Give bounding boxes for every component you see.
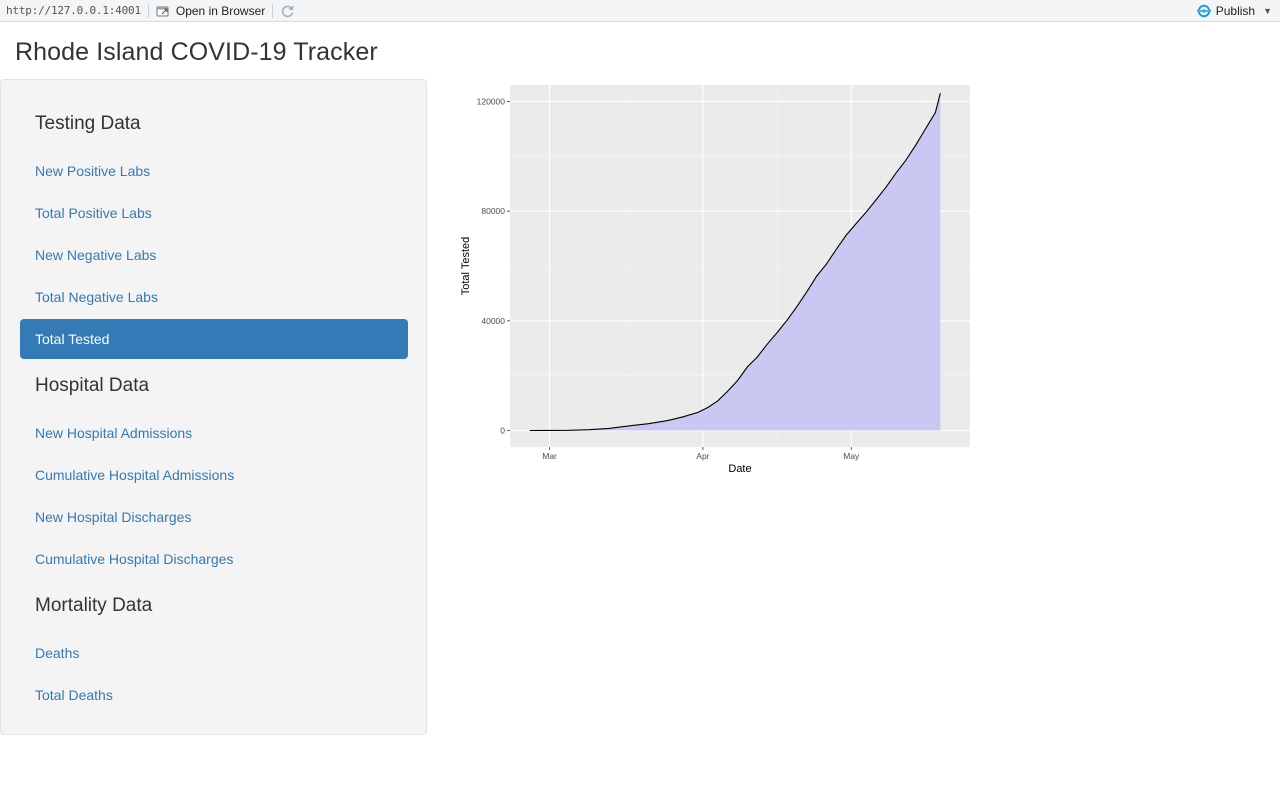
page-title: Rhode Island COVID-19 Tracker (15, 38, 378, 66)
refresh-icon (282, 5, 294, 17)
nav-item-new-negative-labs[interactable]: New Negative Labs (20, 235, 408, 275)
y-tick-label: 40000 (481, 316, 505, 326)
y-tick-label: 0 (500, 426, 505, 436)
publish-button[interactable]: Publish ▼ (1195, 2, 1272, 20)
y-tick-label: 120000 (477, 96, 506, 106)
section-title-mortality: Mortality Data (35, 595, 153, 616)
nav-item-total-negative-labs[interactable]: Total Negative Labs (20, 277, 408, 317)
nav-item-total-tested[interactable]: Total Tested (20, 319, 408, 359)
publish-icon (1195, 4, 1212, 18)
nav-item-new-hospital-discharges[interactable]: New Hospital Discharges (20, 497, 408, 537)
viewer-toolbar: http://127.0.0.1:4001 Open in Browser Pu… (0, 0, 1280, 22)
chevron-down-icon[interactable]: ▼ (1263, 6, 1272, 16)
y-axis: 0 40000 80000 120000 (477, 96, 510, 436)
nav-item-total-deaths[interactable]: Total Deaths (20, 675, 408, 715)
y-axis-label: Total Tested (460, 237, 472, 296)
x-axis: Mar Apr May (542, 447, 860, 461)
open-in-browser-label: Open in Browser (175, 3, 266, 18)
total-tested-chart: 0 40000 80000 120000 Mar Apr May Date Total T… (460, 85, 970, 475)
y-tick-label: 80000 (481, 206, 505, 216)
x-tick-label: Apr (696, 451, 709, 461)
nav-item-total-positive-labs[interactable]: Total Positive Labs (20, 193, 408, 233)
open-in-browser-icon (156, 5, 170, 17)
nav-item-deaths[interactable]: Deaths (20, 633, 408, 673)
sidebar-panel: Testing Data New Positive Labs Total Pos… (0, 79, 427, 735)
x-tick-label: Mar (542, 451, 557, 461)
url-display: http://127.0.0.1:4001 (6, 4, 141, 17)
toolbar-divider (147, 3, 149, 18)
nav-item-new-positive-labs[interactable]: New Positive Labs (20, 151, 408, 191)
publish-label: Publish (1215, 4, 1256, 18)
x-tick-label: May (843, 451, 860, 461)
nav-item-cumulative-hospital-discharges[interactable]: Cumulative Hospital Discharges (20, 539, 408, 579)
section-title-testing: Testing Data (35, 113, 141, 134)
nav-item-cumulative-hospital-admissions[interactable]: Cumulative Hospital Admissions (20, 455, 408, 495)
x-axis-label: Date (728, 463, 751, 475)
plot-output: 0 40000 80000 120000 Mar Apr May Date Total T… (455, 80, 975, 480)
open-in-browser-button[interactable]: Open in Browser (156, 4, 265, 18)
refresh-button[interactable] (280, 3, 296, 19)
nav-item-new-hospital-admissions[interactable]: New Hospital Admissions (20, 413, 408, 453)
toolbar-divider (272, 3, 274, 18)
section-title-hospital: Hospital Data (35, 375, 150, 396)
